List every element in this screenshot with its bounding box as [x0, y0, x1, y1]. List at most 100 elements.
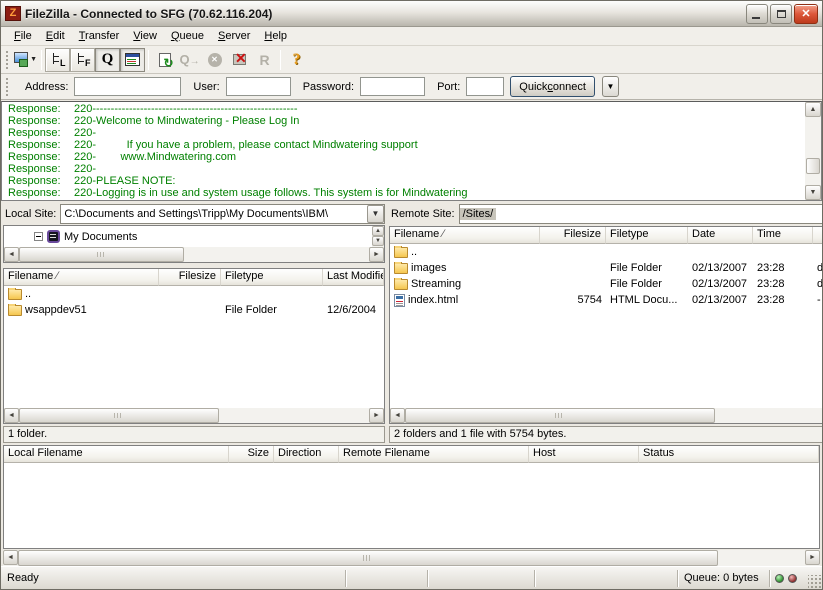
- scroll-right-icon[interactable]: ►: [805, 550, 820, 565]
- disconnect-button[interactable]: ✕: [227, 48, 252, 72]
- quickconnect-dropdown-button[interactable]: ▼: [602, 76, 619, 97]
- remote-list-hscrollbar[interactable]: ◄ ►: [390, 408, 823, 423]
- message-log-icon: [125, 53, 140, 66]
- scroll-left-icon[interactable]: ◄: [4, 247, 19, 262]
- menu-item-file[interactable]: File: [7, 28, 39, 44]
- menu-item-help[interactable]: Help: [257, 28, 294, 44]
- local-row-updir[interactable]: ..: [4, 286, 384, 302]
- statusbar-section: [535, 570, 678, 587]
- password-input[interactable]: [360, 77, 425, 96]
- log-line: Response:220- If you have a problem, ple…: [8, 139, 805, 151]
- local-col-filename[interactable]: Filename ∕: [4, 269, 159, 286]
- scroll-down-icon[interactable]: ▼: [805, 185, 821, 200]
- reconnect-icon: R: [259, 52, 269, 68]
- scroll-right-icon[interactable]: ►: [369, 247, 384, 262]
- local-site-dropdown-button[interactable]: ▼: [367, 205, 384, 223]
- minimize-icon: [752, 17, 760, 19]
- queue-col-size[interactable]: Size: [229, 446, 274, 463]
- remote-col-time[interactable]: Time: [753, 227, 813, 244]
- quickconnect-button[interactable]: Quickconnect: [510, 76, 595, 97]
- maximize-button[interactable]: [770, 4, 792, 24]
- local-site-combo[interactable]: C:\Documents and Settings\Tripp\My Docum…: [60, 204, 385, 224]
- local-list-hscrollbar[interactable]: ◄ ►: [4, 408, 384, 423]
- queue-icon: Q: [102, 51, 114, 68]
- window-title: FileZilla - Connected to SFG (70.62.116.…: [25, 7, 744, 21]
- local-tree-vscrollbar[interactable]: ▲ ▼: [372, 226, 384, 247]
- local-list-hscroll-track[interactable]: [19, 408, 369, 423]
- remote-status: 2 folders and 1 file with 5754 bytes.: [389, 426, 823, 443]
- remote-site-combo[interactable]: /Sites/ ▼: [459, 204, 823, 224]
- menu-item-view[interactable]: View: [126, 28, 164, 44]
- qc-label-post: onnect: [553, 81, 586, 93]
- file-name: ..: [25, 288, 31, 300]
- remote-list-hscroll-track[interactable]: [405, 408, 823, 423]
- local-col-filesize[interactable]: Filesize: [159, 269, 221, 286]
- log-text: 220-------------------------------------…: [74, 103, 298, 115]
- local-tree-hscroll-thumb[interactable]: [19, 247, 184, 262]
- quickconnect-gripper[interactable]: [5, 77, 9, 97]
- site-manager-button[interactable]: ▼: [13, 48, 38, 72]
- port-input[interactable]: [466, 77, 504, 96]
- remote-row-images[interactable]: images File Folder 02/13/2007 23:28 d: [390, 260, 823, 276]
- tree-collapse-icon[interactable]: [34, 232, 43, 241]
- toggle-queue-button[interactable]: Q: [95, 48, 120, 72]
- remote-col-date[interactable]: Date: [688, 227, 753, 244]
- log-vscrollbar[interactable]: ▲ ▼: [805, 102, 821, 200]
- minimize-button[interactable]: [746, 4, 768, 24]
- file-size: 5754: [540, 294, 606, 306]
- remote-row-index-html[interactable]: index.html 5754 HTML Docu... 02/13/2007 …: [390, 292, 823, 308]
- local-row-wsappdev51[interactable]: wsappdev51 File Folder 12/6/2004: [4, 302, 384, 318]
- local-col-filetype[interactable]: Filetype: [221, 269, 323, 286]
- queue-hscrollbar[interactable]: ◄ ►: [3, 550, 820, 566]
- toggle-local-tree-button[interactable]: L: [45, 48, 70, 72]
- scroll-up-icon[interactable]: ▲: [805, 102, 821, 117]
- scroll-left-icon[interactable]: ◄: [3, 550, 18, 565]
- queue-rows: [4, 463, 819, 548]
- close-button[interactable]: ✕: [794, 4, 818, 24]
- local-col-modified[interactable]: Last Modified: [323, 269, 384, 286]
- user-input[interactable]: [226, 77, 291, 96]
- remote-row-streaming[interactable]: Streaming File Folder 02/13/2007 23:28 d: [390, 276, 823, 292]
- queue-col-host[interactable]: Host: [529, 446, 639, 463]
- toggle-remote-tree-button[interactable]: F: [70, 48, 95, 72]
- tree-item-my-documents[interactable]: My Documents: [4, 226, 372, 247]
- scroll-left-icon[interactable]: ◄: [390, 408, 405, 423]
- toggle-message-log-button[interactable]: [120, 48, 145, 72]
- queue-col-remote-filename[interactable]: Remote Filename: [339, 446, 529, 463]
- queue-col-status[interactable]: Status: [639, 446, 819, 463]
- queue-col-local-filename[interactable]: Local Filename: [4, 446, 229, 463]
- reconnect-button[interactable]: R: [252, 48, 277, 72]
- queue-hscroll-thumb[interactable]: [18, 550, 718, 566]
- local-tree-hscrollbar[interactable]: ◄ ►: [4, 247, 384, 262]
- process-queue-button[interactable]: Q→: [177, 48, 202, 72]
- cancel-button[interactable]: ✕: [202, 48, 227, 72]
- file-name: Streaming: [411, 278, 461, 290]
- toolbar-gripper[interactable]: [5, 50, 9, 70]
- menu-item-server[interactable]: Server: [211, 28, 257, 44]
- local-list-hscroll-thumb[interactable]: [19, 408, 219, 423]
- col-label: Direction: [278, 447, 321, 459]
- scroll-left-icon[interactable]: ◄: [4, 408, 19, 423]
- scroll-right-icon[interactable]: ►: [369, 408, 384, 423]
- help-button[interactable]: ?: [284, 48, 309, 72]
- remote-col-filesize[interactable]: Filesize: [540, 227, 606, 244]
- queue-hscroll-track[interactable]: [18, 550, 805, 566]
- remote-col-filetype[interactable]: Filetype: [606, 227, 688, 244]
- menu-item-queue[interactable]: Queue: [164, 28, 211, 44]
- menu-item-transfer[interactable]: Transfer: [72, 28, 127, 44]
- scroll-up-icon[interactable]: ▲: [372, 226, 384, 236]
- refresh-button[interactable]: ↻: [152, 48, 177, 72]
- titlebar: Z FileZilla - Connected to SFG (70.62.11…: [1, 1, 822, 27]
- remote-row-updir[interactable]: ..: [390, 244, 823, 260]
- remote-col-filename[interactable]: Filename ∕: [390, 227, 540, 244]
- address-input[interactable]: [74, 77, 181, 96]
- remote-list-hscroll-thumb[interactable]: [405, 408, 715, 423]
- resize-grip[interactable]: [808, 575, 822, 589]
- log-vscroll-track[interactable]: [805, 117, 821, 185]
- log-vscroll-thumb[interactable]: [806, 158, 820, 174]
- remote-col-permissions[interactable]: [813, 227, 823, 244]
- queue-col-direction[interactable]: Direction: [274, 446, 339, 463]
- scroll-down-icon[interactable]: ▼: [372, 236, 384, 246]
- menu-item-edit[interactable]: Edit: [39, 28, 72, 44]
- local-tree-hscroll-track[interactable]: [19, 247, 369, 262]
